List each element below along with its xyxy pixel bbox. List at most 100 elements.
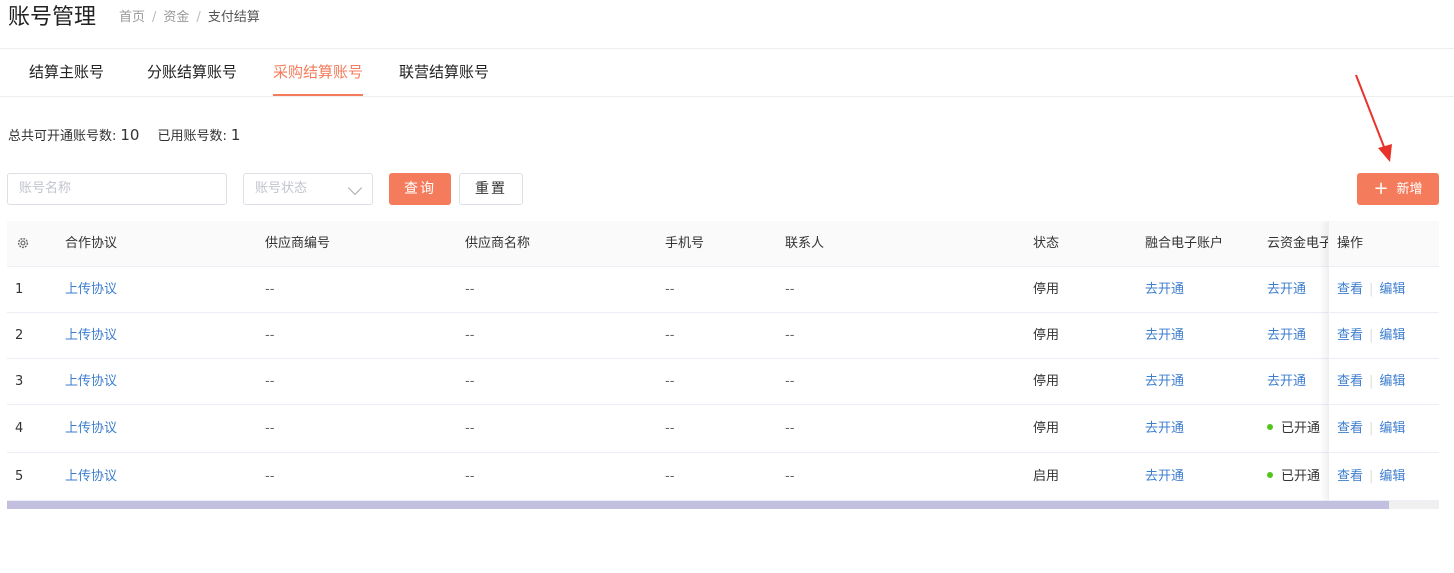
account-name-input[interactable]: 账号名称 <box>7 173 227 205</box>
breadcrumb-separator: / <box>152 10 157 25</box>
red-arrow-annotation <box>1355 74 1392 162</box>
col-supplier-name: 供应商名称 <box>465 236 531 251</box>
edit-link[interactable]: 编辑 <box>1379 282 1405 297</box>
row-index: 3 <box>15 374 24 389</box>
view-link[interactable]: 查看 <box>1337 374 1363 389</box>
cloud-opened-text: 已开通 <box>1281 469 1321 484</box>
view-link[interactable]: 查看 <box>1337 282 1363 297</box>
query-button[interactable]: 查询 <box>389 173 451 205</box>
row-actions: 查看 | 编辑 <box>1337 453 1405 501</box>
add-button[interactable]: + 新增 <box>1357 173 1439 205</box>
cloud-open-link[interactable]: 去开通 <box>1267 313 1328 359</box>
status-cell: 停用 <box>1033 374 1060 389</box>
scrollbar-thumb[interactable] <box>7 501 1389 509</box>
edit-link[interactable]: 编辑 <box>1379 469 1405 484</box>
supplier-no-cell: -- <box>265 374 275 389</box>
row-index: 2 <box>15 328 24 343</box>
tab-joint-account[interactable]: 联营结算账号 <box>399 49 489 96</box>
phone-cell: -- <box>665 374 675 389</box>
horizontal-scrollbar[interactable] <box>7 501 1439 509</box>
row-actions: 查看 | 编辑 <box>1337 359 1405 405</box>
col-supplier-no: 供应商编号 <box>265 236 331 251</box>
edit-link[interactable]: 编辑 <box>1379 328 1405 343</box>
contact-cell: -- <box>785 282 795 297</box>
account-table: 合作协议 供应商编号 供应商名称 手机号 联系人 状态 融合电子账户 云资金电子… <box>7 221 1439 501</box>
breadcrumb-separator: / <box>196 10 201 25</box>
contact-cell: -- <box>785 328 795 343</box>
plus-icon: + <box>1373 178 1389 199</box>
tab-purchase-account[interactable]: 采购结算账号 <box>273 49 364 96</box>
table-header: 合作协议 供应商编号 供应商名称 手机号 联系人 状态 融合电子账户 云资金电子… <box>7 221 1439 267</box>
breadcrumb-current: 支付结算 <box>207 10 260 25</box>
contact-cell: -- <box>785 469 795 484</box>
action-separator: | <box>1369 328 1374 343</box>
view-link[interactable]: 查看 <box>1337 469 1363 484</box>
col-agreement: 合作协议 <box>65 236 118 251</box>
fusion-open-link[interactable]: 去开通 <box>1145 359 1184 405</box>
col-contact: 联系人 <box>785 236 825 251</box>
col-actions: 操作 <box>1337 236 1364 251</box>
action-separator: | <box>1369 374 1374 389</box>
col-phone: 手机号 <box>665 236 705 251</box>
action-separator: | <box>1369 421 1374 436</box>
action-separator: | <box>1369 282 1374 297</box>
phone-cell: -- <box>665 421 675 436</box>
supplier-name-cell: -- <box>465 421 475 436</box>
row-actions: 查看 | 编辑 <box>1337 267 1405 313</box>
contact-cell: -- <box>785 374 795 389</box>
row-index: 1 <box>15 282 24 297</box>
add-label: 新增 <box>1396 182 1423 197</box>
breadcrumb-home[interactable]: 首页 <box>119 10 145 25</box>
fusion-open-link[interactable]: 去开通 <box>1145 405 1184 453</box>
status-cell: 启用 <box>1033 469 1060 484</box>
chevron-down-icon <box>347 180 363 196</box>
tab-split-account[interactable]: 分账结算账号 <box>147 49 237 96</box>
breadcrumb-funds[interactable]: 资金 <box>163 10 189 25</box>
fusion-open-link[interactable]: 去开通 <box>1145 267 1184 313</box>
upload-agreement-link[interactable]: 上传协议 <box>65 405 117 453</box>
page-title: 账号管理 <box>8 5 97 30</box>
total-label: 总共可开通账号数: <box>8 129 117 144</box>
fusion-open-link[interactable]: 去开通 <box>1145 453 1184 501</box>
upload-agreement-link[interactable]: 上传协议 <box>65 313 117 359</box>
reset-button[interactable]: 重置 <box>459 173 523 205</box>
cloud-status-cell: 已开通 <box>1267 453 1328 501</box>
supplier-no-cell: -- <box>265 421 275 436</box>
upload-agreement-link[interactable]: 上传协议 <box>65 359 117 405</box>
fusion-open-link[interactable]: 去开通 <box>1145 313 1184 359</box>
table-row: 1 上传协议 -- -- -- -- 停用 去开通 去开通 查看 | 编辑 <box>7 267 1439 313</box>
status-cell: 停用 <box>1033 282 1060 297</box>
edit-link[interactable]: 编辑 <box>1379 374 1405 389</box>
tab-bar: 结算主账号 分账结算账号 采购结算账号 联营结算账号 <box>0 49 1454 97</box>
status-cell: 停用 <box>1033 328 1060 343</box>
contact-cell: -- <box>785 421 795 436</box>
supplier-name-cell: -- <box>465 469 475 484</box>
used-label: 已用账号数: <box>157 129 227 144</box>
view-link[interactable]: 查看 <box>1337 421 1363 436</box>
tab-main-account[interactable]: 结算主账号 <box>29 49 104 96</box>
upload-agreement-link[interactable]: 上传协议 <box>65 453 117 501</box>
status-dot-icon <box>1267 472 1273 478</box>
account-status-select[interactable]: 账号状态 <box>243 173 373 205</box>
edit-link[interactable]: 编辑 <box>1379 421 1405 436</box>
cloud-status-cell: 已开通 <box>1267 405 1328 453</box>
view-link[interactable]: 查看 <box>1337 328 1363 343</box>
status-placeholder: 账号状态 <box>255 181 308 196</box>
table-row: 4 上传协议 -- -- -- -- 停用 去开通 已开通 查看 | 编辑 <box>7 405 1439 453</box>
gear-icon[interactable] <box>16 236 30 250</box>
table-row: 2 上传协议 -- -- -- -- 停用 去开通 去开通 查看 | 编辑 <box>7 313 1439 359</box>
cloud-open-link[interactable]: 去开通 <box>1267 267 1328 313</box>
supplier-name-cell: -- <box>465 328 475 343</box>
breadcrumb: 首页 / 资金 / 支付结算 <box>119 10 260 26</box>
cloud-opened-text: 已开通 <box>1281 421 1321 436</box>
cloud-open-link[interactable]: 去开通 <box>1267 359 1328 405</box>
total-value: 10 <box>120 126 140 144</box>
row-index: 4 <box>15 421 24 436</box>
phone-cell: -- <box>665 328 675 343</box>
phone-cell: -- <box>665 282 675 297</box>
phone-cell: -- <box>665 469 675 484</box>
row-index: 5 <box>15 469 24 484</box>
row-actions: 查看 | 编辑 <box>1337 313 1405 359</box>
upload-agreement-link[interactable]: 上传协议 <box>65 267 117 313</box>
used-value: 1 <box>230 126 241 144</box>
